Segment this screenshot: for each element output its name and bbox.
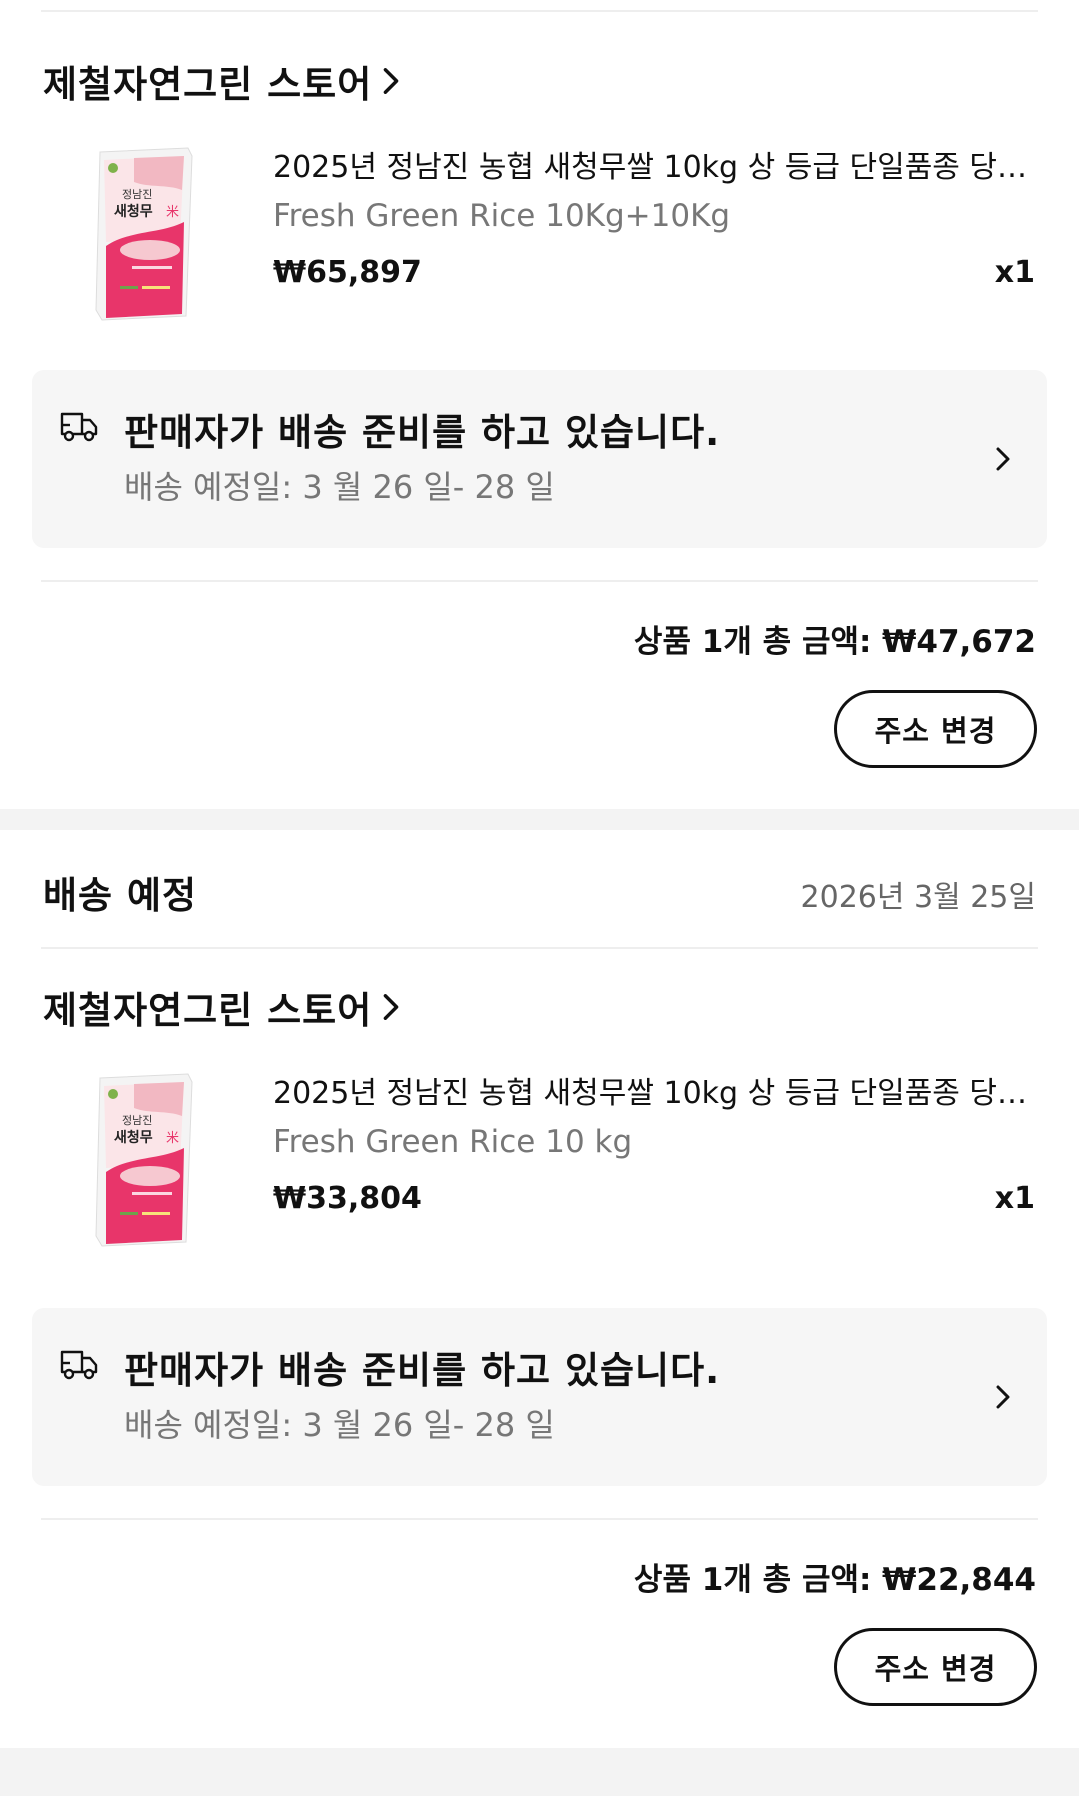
product-item[interactable]: 2025년 정남진 농협 새청무쌀 10kg 상 등급 단일품종 당일... F… — [0, 1064, 1079, 1264]
store-link[interactable]: 제철자연그린 스토어 — [43, 982, 400, 1032]
product-option: Fresh Green Rice 10Kg+10Kg — [273, 198, 731, 234]
section-header: 배송 예정 2026년 3월 25일 — [0, 830, 1079, 949]
change-address-button[interactable]: 주소 변경 — [834, 1628, 1037, 1706]
shipping-status-text: 판매자가 배송 준비를 하고 있습니다. — [124, 1349, 721, 1392]
shipping-eta: 배송 예정일: 3 월 26 일- 28 일 — [124, 468, 555, 506]
product-quantity: x1 — [994, 1181, 1035, 1216]
chevron-right-icon — [995, 1384, 1011, 1410]
store-name: 제철자연그린 스토어 — [43, 63, 373, 106]
product-quantity: x1 — [994, 255, 1035, 290]
product-option: Fresh Green Rice 10 kg — [273, 1124, 633, 1160]
store-name: 제철자연그린 스토어 — [43, 989, 373, 1032]
shipping-status-text: 판매자가 배송 준비를 하고 있습니다. — [124, 411, 721, 454]
order-group-2: 배송 예정 2026년 3월 25일 제철자연그린 스토어 2025년 정남진 … — [0, 830, 1079, 1748]
section-separator — [0, 809, 1079, 830]
product-price: ₩65,897 — [273, 255, 422, 290]
section-date: 2026년 3월 25일 — [800, 880, 1036, 915]
shipping-eta: 배송 예정일: 3 월 26 일- 28 일 — [124, 1406, 555, 1444]
order-group-1: 제철자연그린 스토어 2025년 정남진 농협 새청무쌀 10kg 상 등급 단… — [0, 12, 1079, 809]
order-total: 상품 1개 총 금액: ₩47,672 — [633, 624, 1036, 660]
rice-bag-image — [80, 1064, 228, 1254]
change-address-button[interactable]: 주소 변경 — [834, 690, 1037, 768]
store-link[interactable]: 제철자연그린 스토어 — [43, 56, 400, 106]
divider — [41, 580, 1038, 582]
rice-bag-image — [80, 138, 228, 328]
chevron-right-icon — [382, 992, 400, 1022]
truck-icon — [58, 1346, 100, 1382]
section-title: 배송 예정 — [43, 874, 198, 917]
product-item[interactable]: 2025년 정남진 농협 새청무쌀 10kg 상 등급 단일품종 당일... F… — [0, 138, 1079, 338]
divider — [41, 1518, 1038, 1520]
section-separator — [0, 1748, 1079, 1796]
shipping-status-card[interactable]: 판매자가 배송 준비를 하고 있습니다. 배송 예정일: 3 월 26 일- 2… — [32, 1308, 1047, 1486]
product-price: ₩33,804 — [273, 1181, 422, 1216]
chevron-right-icon — [995, 446, 1011, 472]
order-total: 상품 1개 총 금액: ₩22,844 — [633, 1562, 1036, 1598]
product-name: 2025년 정남진 농협 새청무쌀 10kg 상 등급 단일품종 당일... — [273, 1076, 1035, 1111]
chevron-right-icon — [382, 66, 400, 96]
divider — [41, 947, 1038, 949]
shipping-status-card[interactable]: 판매자가 배송 준비를 하고 있습니다. 배송 예정일: 3 월 26 일- 2… — [32, 370, 1047, 548]
product-name: 2025년 정남진 농협 새청무쌀 10kg 상 등급 단일품종 당일... — [273, 150, 1035, 185]
truck-icon — [58, 408, 100, 444]
